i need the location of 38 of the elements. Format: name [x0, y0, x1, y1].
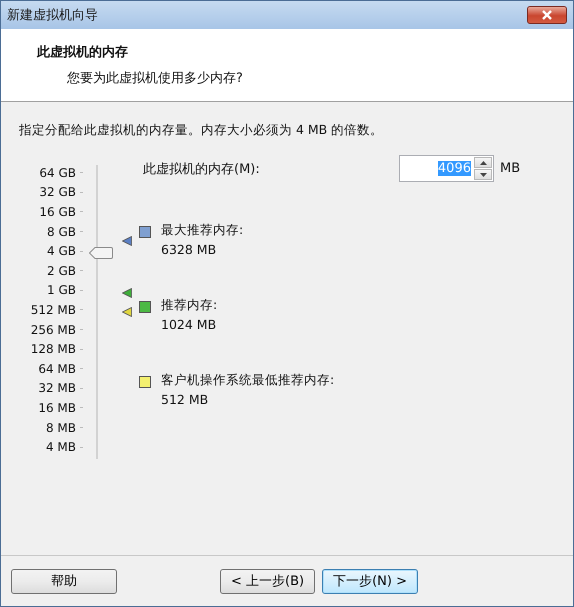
up-arrow-icon — [480, 160, 486, 164]
tick-label: 256 MB — [30, 322, 76, 337]
legend-value: 1024 MB — [161, 317, 218, 332]
tick-label: 64 GB — [39, 166, 76, 180]
page-title: 此虚拟机的内存 — [37, 44, 129, 61]
window-title: 新建虚拟机向导 — [7, 7, 98, 24]
tick-label: 32 MB — [38, 381, 76, 396]
tick-label: 8 MB — [46, 420, 76, 435]
tick-label: 1 GB — [47, 283, 76, 298]
close-icon — [541, 10, 553, 20]
tick-label: 8 GB — [47, 224, 76, 239]
tick-label: 128 MB — [30, 342, 76, 356]
memory-value: 4096 — [438, 161, 471, 176]
dialog-button[interactable]: 下一步(N) > — [322, 568, 418, 594]
up-button[interactable] — [474, 157, 492, 168]
tick-label: 4 MB — [46, 440, 76, 454]
tick-label: 2 GB — [47, 264, 76, 278]
legend-label: 最大推荐内存: — [161, 222, 244, 239]
page-subtitle: 您要为此虚拟机使用多少内存? — [67, 70, 244, 87]
dialog-button[interactable]: 帮助 — [11, 568, 117, 594]
slider-thumb[interactable] — [89, 247, 113, 260]
legend-value: 512 MB — [161, 392, 210, 407]
down-button[interactable] — [474, 169, 492, 180]
description-text: 指定分配给此虚拟机的内存量。内存大小必须为 4 MB 的倍数。 — [19, 122, 384, 139]
tick-label: 16 MB — [38, 400, 76, 415]
legend-label: 推荐内存: — [161, 297, 218, 314]
tick-label: 32 GB — [39, 185, 76, 200]
legend-value: 6328 MB — [161, 242, 218, 257]
tick-label: 64 MB — [38, 362, 76, 376]
memory-label: 此虚拟机的内存(M): — [143, 160, 261, 178]
down-arrow-icon — [480, 172, 486, 176]
tick-label: 4 GB — [47, 244, 76, 258]
dialog-button[interactable]: < 上一步(B) — [220, 568, 316, 594]
tick-label: 512 MB — [30, 302, 76, 317]
tick-label: 16 GB — [39, 204, 76, 219]
legend-label: 客户机操作系统最低推荐内存: — [161, 372, 334, 389]
close-button[interactable] — [527, 6, 567, 24]
unit-label: MB — [500, 161, 520, 176]
